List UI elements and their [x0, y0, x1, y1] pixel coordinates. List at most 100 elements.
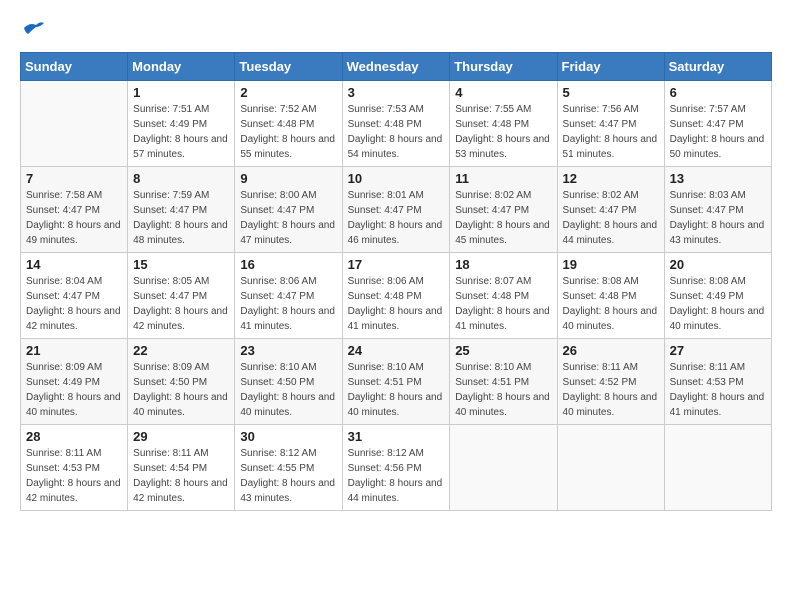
day-number: 28: [26, 429, 122, 444]
calendar-cell: 4 Sunrise: 7:55 AMSunset: 4:48 PMDayligh…: [450, 81, 557, 167]
calendar-cell: [557, 425, 664, 511]
calendar-cell: 5 Sunrise: 7:56 AMSunset: 4:47 PMDayligh…: [557, 81, 664, 167]
calendar-cell: 29 Sunrise: 8:11 AMSunset: 4:54 PMDaylig…: [128, 425, 235, 511]
header-saturday: Saturday: [664, 53, 771, 81]
calendar-cell: 1 Sunrise: 7:51 AMSunset: 4:49 PMDayligh…: [128, 81, 235, 167]
day-number: 21: [26, 343, 122, 358]
day-info: Sunrise: 8:12 AMSunset: 4:55 PMDaylight:…: [240, 446, 336, 506]
day-number: 9: [240, 171, 336, 186]
day-info: Sunrise: 8:07 AMSunset: 4:48 PMDaylight:…: [455, 274, 551, 334]
day-number: 2: [240, 85, 336, 100]
day-info: Sunrise: 7:52 AMSunset: 4:48 PMDaylight:…: [240, 102, 336, 162]
day-info: Sunrise: 8:12 AMSunset: 4:56 PMDaylight:…: [348, 446, 445, 506]
day-number: 1: [133, 85, 229, 100]
logo-bird-icon: [22, 20, 44, 36]
day-info: Sunrise: 8:09 AMSunset: 4:49 PMDaylight:…: [26, 360, 122, 420]
day-info: Sunrise: 8:08 AMSunset: 4:48 PMDaylight:…: [563, 274, 659, 334]
day-info: Sunrise: 8:08 AMSunset: 4:49 PMDaylight:…: [670, 274, 766, 334]
day-number: 16: [240, 257, 336, 272]
day-number: 11: [455, 171, 551, 186]
day-info: Sunrise: 8:03 AMSunset: 4:47 PMDaylight:…: [670, 188, 766, 248]
day-info: Sunrise: 8:11 AMSunset: 4:54 PMDaylight:…: [133, 446, 229, 506]
calendar-cell: [664, 425, 771, 511]
day-number: 13: [670, 171, 766, 186]
calendar-cell: 15 Sunrise: 8:05 AMSunset: 4:47 PMDaylig…: [128, 253, 235, 339]
day-number: 19: [563, 257, 659, 272]
header-thursday: Thursday: [450, 53, 557, 81]
calendar-cell: 27 Sunrise: 8:11 AMSunset: 4:53 PMDaylig…: [664, 339, 771, 425]
calendar-cell: 22 Sunrise: 8:09 AMSunset: 4:50 PMDaylig…: [128, 339, 235, 425]
week-row-1: 1 Sunrise: 7:51 AMSunset: 4:49 PMDayligh…: [21, 81, 772, 167]
calendar-cell: 30 Sunrise: 8:12 AMSunset: 4:55 PMDaylig…: [235, 425, 342, 511]
day-info: Sunrise: 8:06 AMSunset: 4:48 PMDaylight:…: [348, 274, 445, 334]
calendar-cell: 16 Sunrise: 8:06 AMSunset: 4:47 PMDaylig…: [235, 253, 342, 339]
day-info: Sunrise: 8:11 AMSunset: 4:53 PMDaylight:…: [670, 360, 766, 420]
header-wednesday: Wednesday: [342, 53, 450, 81]
day-info: Sunrise: 8:11 AMSunset: 4:53 PMDaylight:…: [26, 446, 122, 506]
header-tuesday: Tuesday: [235, 53, 342, 81]
day-info: Sunrise: 8:10 AMSunset: 4:50 PMDaylight:…: [240, 360, 336, 420]
day-info: Sunrise: 8:02 AMSunset: 4:47 PMDaylight:…: [455, 188, 551, 248]
calendar-cell: 23 Sunrise: 8:10 AMSunset: 4:50 PMDaylig…: [235, 339, 342, 425]
calendar-cell: 2 Sunrise: 7:52 AMSunset: 4:48 PMDayligh…: [235, 81, 342, 167]
calendar-cell: [450, 425, 557, 511]
calendar-cell: 17 Sunrise: 8:06 AMSunset: 4:48 PMDaylig…: [342, 253, 450, 339]
day-number: 30: [240, 429, 336, 444]
calendar-cell: 18 Sunrise: 8:07 AMSunset: 4:48 PMDaylig…: [450, 253, 557, 339]
day-info: Sunrise: 8:05 AMSunset: 4:47 PMDaylight:…: [133, 274, 229, 334]
calendar-cell: 20 Sunrise: 8:08 AMSunset: 4:49 PMDaylig…: [664, 253, 771, 339]
calendar-cell: 31 Sunrise: 8:12 AMSunset: 4:56 PMDaylig…: [342, 425, 450, 511]
calendar-cell: 13 Sunrise: 8:03 AMSunset: 4:47 PMDaylig…: [664, 167, 771, 253]
page-header: [20, 20, 772, 42]
calendar-cell: 10 Sunrise: 8:01 AMSunset: 4:47 PMDaylig…: [342, 167, 450, 253]
day-info: Sunrise: 7:56 AMSunset: 4:47 PMDaylight:…: [563, 102, 659, 162]
day-number: 3: [348, 85, 445, 100]
day-info: Sunrise: 8:09 AMSunset: 4:50 PMDaylight:…: [133, 360, 229, 420]
day-info: Sunrise: 8:10 AMSunset: 4:51 PMDaylight:…: [455, 360, 551, 420]
calendar-cell: 6 Sunrise: 7:57 AMSunset: 4:47 PMDayligh…: [664, 81, 771, 167]
day-number: 29: [133, 429, 229, 444]
calendar-cell: 25 Sunrise: 8:10 AMSunset: 4:51 PMDaylig…: [450, 339, 557, 425]
day-info: Sunrise: 8:04 AMSunset: 4:47 PMDaylight:…: [26, 274, 122, 334]
header-monday: Monday: [128, 53, 235, 81]
header-friday: Friday: [557, 53, 664, 81]
day-number: 5: [563, 85, 659, 100]
day-number: 31: [348, 429, 445, 444]
calendar-cell: 3 Sunrise: 7:53 AMSunset: 4:48 PMDayligh…: [342, 81, 450, 167]
week-row-2: 7 Sunrise: 7:58 AMSunset: 4:47 PMDayligh…: [21, 167, 772, 253]
week-row-5: 28 Sunrise: 8:11 AMSunset: 4:53 PMDaylig…: [21, 425, 772, 511]
day-info: Sunrise: 8:01 AMSunset: 4:47 PMDaylight:…: [348, 188, 445, 248]
day-number: 18: [455, 257, 551, 272]
day-number: 6: [670, 85, 766, 100]
day-number: 14: [26, 257, 122, 272]
day-number: 12: [563, 171, 659, 186]
day-number: 15: [133, 257, 229, 272]
day-info: Sunrise: 8:02 AMSunset: 4:47 PMDaylight:…: [563, 188, 659, 248]
day-number: 25: [455, 343, 551, 358]
calendar-cell: 21 Sunrise: 8:09 AMSunset: 4:49 PMDaylig…: [21, 339, 128, 425]
day-number: 23: [240, 343, 336, 358]
day-number: 27: [670, 343, 766, 358]
calendar-cell: 24 Sunrise: 8:10 AMSunset: 4:51 PMDaylig…: [342, 339, 450, 425]
day-number: 17: [348, 257, 445, 272]
calendar-cell: 26 Sunrise: 8:11 AMSunset: 4:52 PMDaylig…: [557, 339, 664, 425]
calendar-cell: 11 Sunrise: 8:02 AMSunset: 4:47 PMDaylig…: [450, 167, 557, 253]
day-info: Sunrise: 7:53 AMSunset: 4:48 PMDaylight:…: [348, 102, 445, 162]
day-info: Sunrise: 7:57 AMSunset: 4:47 PMDaylight:…: [670, 102, 766, 162]
calendar-cell: 28 Sunrise: 8:11 AMSunset: 4:53 PMDaylig…: [21, 425, 128, 511]
day-number: 20: [670, 257, 766, 272]
day-number: 10: [348, 171, 445, 186]
day-number: 8: [133, 171, 229, 186]
day-number: 7: [26, 171, 122, 186]
day-number: 24: [348, 343, 445, 358]
day-number: 26: [563, 343, 659, 358]
calendar-cell: 9 Sunrise: 8:00 AMSunset: 4:47 PMDayligh…: [235, 167, 342, 253]
calendar-header-row: SundayMondayTuesdayWednesdayThursdayFrid…: [21, 53, 772, 81]
day-number: 4: [455, 85, 551, 100]
calendar-cell: [21, 81, 128, 167]
calendar-cell: 12 Sunrise: 8:02 AMSunset: 4:47 PMDaylig…: [557, 167, 664, 253]
day-info: Sunrise: 7:58 AMSunset: 4:47 PMDaylight:…: [26, 188, 122, 248]
week-row-3: 14 Sunrise: 8:04 AMSunset: 4:47 PMDaylig…: [21, 253, 772, 339]
day-info: Sunrise: 7:51 AMSunset: 4:49 PMDaylight:…: [133, 102, 229, 162]
calendar-cell: 19 Sunrise: 8:08 AMSunset: 4:48 PMDaylig…: [557, 253, 664, 339]
